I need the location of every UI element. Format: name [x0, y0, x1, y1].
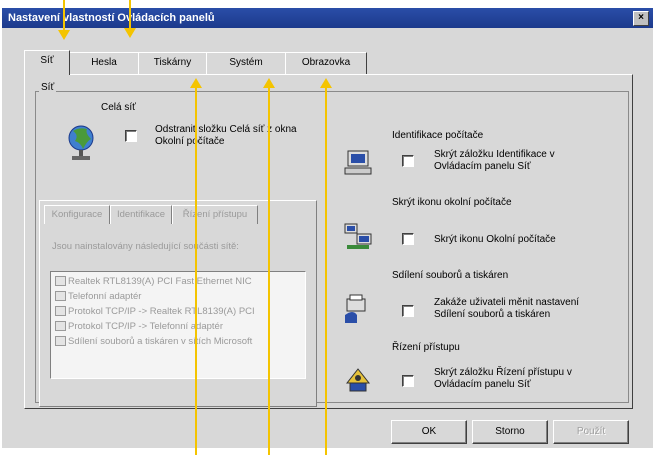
cancel-button[interactable]: Storno	[472, 420, 548, 444]
remove-entire-network-checkbox[interactable]	[125, 130, 137, 142]
tab-sit[interactable]: Síť	[24, 50, 70, 75]
inner-tab-identifikace: Identifikace	[110, 205, 172, 224]
remove-entire-network-line2: Okolní počítače	[155, 136, 225, 147]
annotation-arrowhead-hesla	[124, 28, 136, 38]
hide-neighborhood-checkbox[interactable]	[402, 233, 414, 245]
sharing-service-icon	[55, 336, 66, 347]
access-control-heading: Řízení přístupu	[392, 342, 460, 353]
network-properties-preview: Konfigurace Identifikace Řízení přístupu…	[39, 200, 317, 407]
list-item-label: Realtek RTL8139(A) PCI Fast Ethernet NIC	[68, 276, 252, 287]
annotation-arrowhead-obrazovka	[320, 78, 332, 88]
annotation-arrow-sit	[63, 0, 65, 30]
annotation-arrow-hesla	[129, 0, 131, 28]
annotation-arrow-system	[268, 88, 270, 455]
list-item: Protokol TCP/IP -> Realtek RTL8139(A) PC…	[55, 304, 255, 319]
tab-system[interactable]: Systém	[206, 52, 286, 74]
apply-button[interactable]: Použít	[553, 420, 629, 444]
tab-panel-sit: Síť Celá síť Odstranit složku Celá síť z…	[24, 74, 633, 409]
file-printer-sharing-icon	[343, 293, 373, 325]
list-item: Protokol TCP/IP -> Telefonní adaptér	[55, 319, 223, 334]
components-caption: Jsou nainstalovány následující součásti …	[52, 241, 239, 252]
dialog-body: Síť Hesla Tiskárny Systém Obrazovka Síť …	[2, 28, 653, 448]
group-label: Síť	[39, 82, 57, 93]
window-title: Nastavení vlastností Ovládacích panelů	[8, 12, 215, 24]
list-item-label: Protokol TCP/IP -> Telefonní adaptér	[68, 321, 223, 332]
protocol-icon	[55, 321, 66, 332]
list-item-label: Telefonní adaptér	[68, 291, 142, 302]
tab-hesla[interactable]: Hesla	[69, 52, 139, 74]
disable-sharing-checkbox[interactable]	[402, 305, 414, 317]
list-item: Telefonní adaptér	[55, 289, 141, 304]
adapter-icon	[55, 291, 66, 302]
annotation-arrow-tiskarny	[195, 88, 197, 455]
list-item-label: Protokol TCP/IP -> Realtek RTL8139(A) PC…	[68, 306, 255, 317]
tab-tiskarny[interactable]: Tiskárny	[138, 52, 207, 74]
hide-access-control-line1: Skrýt záložku Řízení přístupu v	[434, 367, 572, 378]
list-item-label: Sdílení souborů a tiskáren v sítích Micr…	[68, 336, 253, 347]
hide-identification-line1: Skrýt záložku Identifikace v	[434, 149, 555, 160]
inner-tab-rizeni-pristupu: Řízení přístupu	[172, 205, 258, 224]
identification-heading: Identifikace počítače	[392, 130, 484, 141]
close-button[interactable]: ×	[633, 11, 649, 26]
annotation-arrowhead-tiskarny	[190, 78, 202, 88]
neighborhood-heading: Skrýt ikonu okolní počítače	[392, 197, 512, 208]
remove-entire-network-line1: Odstranit složku Celá síť z okna	[155, 124, 297, 135]
list-item: Realtek RTL8139(A) PCI Fast Ethernet NIC	[55, 274, 252, 289]
protocol-icon	[55, 306, 66, 317]
globe-icon	[61, 121, 101, 165]
hide-access-control-checkbox[interactable]	[402, 375, 414, 387]
hide-identification-checkbox[interactable]	[402, 155, 414, 167]
network-neighborhood-icon	[343, 221, 373, 251]
annotation-arrow-obrazovka	[325, 88, 327, 455]
hide-neighborhood-line1: Skrýt ikonu Okolní počítače	[434, 234, 556, 245]
hide-access-control-line2: Ovládacím panelu Síť	[434, 379, 531, 390]
access-control-icon	[343, 363, 373, 393]
computer-id-icon	[343, 147, 373, 177]
ok-button[interactable]: OK	[391, 420, 467, 444]
hide-identification-line2: Ovládacím panelu Síť	[434, 161, 531, 172]
annotation-arrowhead-sit	[58, 30, 70, 40]
entire-network-heading: Celá síť	[101, 102, 136, 113]
tab-obrazovka[interactable]: Obrazovka	[285, 52, 367, 74]
dialog-window: Nastavení vlastností Ovládacích panelů ×…	[2, 8, 653, 448]
adapter-icon	[55, 276, 66, 287]
disable-sharing-line2: Sdílení souborů a tiskáren	[434, 309, 551, 320]
annotation-arrowhead-system	[263, 78, 275, 88]
title-bar[interactable]: Nastavení vlastností Ovládacích panelů ×	[2, 8, 653, 28]
inner-tab-konfigurace: Konfigurace	[44, 205, 110, 224]
disable-sharing-line1: Zakáže uživateli měnit nastavení	[434, 297, 580, 308]
sharing-heading: Sdílení souborů a tiskáren	[392, 270, 509, 281]
list-item: Sdílení souborů a tiskáren v sítích Micr…	[55, 334, 252, 349]
